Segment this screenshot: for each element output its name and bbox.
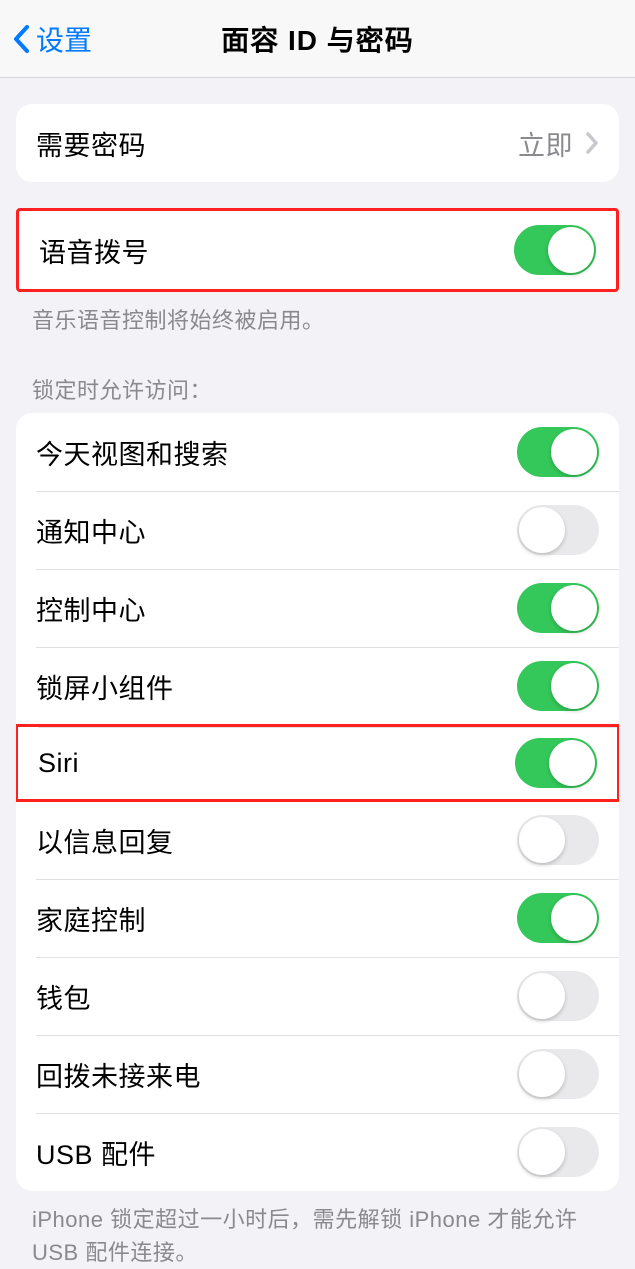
toggle-knob (519, 973, 565, 1019)
lockscreen-row-label: 控制中心 (36, 589, 146, 628)
toggle-knob (549, 740, 595, 786)
lockscreen-row: 以信息回复 (16, 801, 619, 879)
lockscreen-footer: iPhone 锁定超过一小时后，需先解锁 iPhone 才能允许USB 配件连接… (32, 1203, 603, 1269)
lockscreen-toggle[interactable] (517, 427, 599, 477)
lockscreen-row: 家庭控制 (16, 879, 619, 957)
voice-dial-row: 语音拨号 (19, 211, 616, 289)
lockscreen-toggle[interactable] (517, 1049, 599, 1099)
back-label: 设置 (36, 19, 92, 59)
lockscreen-toggle[interactable] (517, 1127, 599, 1177)
lockscreen-row: 通知中心 (16, 491, 619, 569)
lockscreen-row: USB 配件 (16, 1113, 619, 1191)
lockscreen-row: 锁屏小组件 (16, 647, 619, 725)
lockscreen-row: 回拨未接来电 (16, 1035, 619, 1113)
toggle-knob (548, 227, 594, 273)
toggle-knob (551, 895, 597, 941)
chevron-left-icon (12, 24, 30, 54)
require-passcode-row[interactable]: 需要密码 立即 (16, 104, 619, 182)
lockscreen-toggle[interactable] (517, 505, 599, 555)
lockscreen-toggle[interactable] (517, 815, 599, 865)
toggle-knob (551, 663, 597, 709)
lockscreen-group: 今天视图和搜索通知中心控制中心锁屏小组件 Siri 以信息回复家庭控制钱包回拨未接来… (16, 413, 619, 1191)
lockscreen-header: 锁定时允许访问： (32, 373, 603, 405)
toggle-knob (519, 507, 565, 553)
toggle-knob (551, 429, 597, 475)
toggle-knob (519, 1051, 565, 1097)
row-right: 立即 (518, 124, 599, 163)
lockscreen-row-label: 回拨未接来电 (36, 1055, 201, 1094)
lockscreen-row: Siri (16, 724, 619, 802)
lockscreen-toggle[interactable] (517, 971, 599, 1021)
lockscreen-row-label: 今天视图和搜索 (36, 433, 229, 472)
lockscreen-toggle[interactable] (515, 738, 597, 788)
chevron-right-icon (585, 131, 599, 155)
lockscreen-row-label: 钱包 (36, 977, 91, 1016)
lockscreen-row-label: USB 配件 (36, 1133, 156, 1172)
lockscreen-toggle[interactable] (517, 893, 599, 943)
page-title: 面容 ID 与密码 (221, 19, 414, 59)
lockscreen-row-label: Siri (38, 748, 79, 779)
lockscreen-row-label: 锁屏小组件 (36, 667, 174, 706)
passcode-group: 需要密码 立即 (16, 104, 619, 182)
require-passcode-value: 立即 (518, 124, 573, 163)
voice-dial-group: 语音拨号 (16, 208, 619, 292)
lockscreen-row-label: 家庭控制 (36, 899, 146, 938)
toggle-knob (519, 1129, 565, 1175)
lockscreen-row-label: 通知中心 (36, 511, 146, 550)
toggle-knob (551, 585, 597, 631)
lockscreen-row: 控制中心 (16, 569, 619, 647)
voice-dial-label: 语音拨号 (39, 231, 149, 270)
voice-dial-toggle[interactable] (514, 225, 596, 275)
lockscreen-row: 今天视图和搜索 (16, 413, 619, 491)
voice-dial-footer: 音乐语音控制将始终被启用。 (32, 304, 603, 337)
back-button[interactable]: 设置 (0, 19, 92, 59)
nav-header: 设置 面容 ID 与密码 (0, 0, 635, 78)
require-passcode-label: 需要密码 (36, 124, 146, 163)
lockscreen-toggle[interactable] (517, 583, 599, 633)
lockscreen-row: 钱包 (16, 957, 619, 1035)
toggle-knob (519, 817, 565, 863)
lockscreen-toggle[interactable] (517, 661, 599, 711)
lockscreen-row-label: 以信息回复 (36, 821, 174, 860)
